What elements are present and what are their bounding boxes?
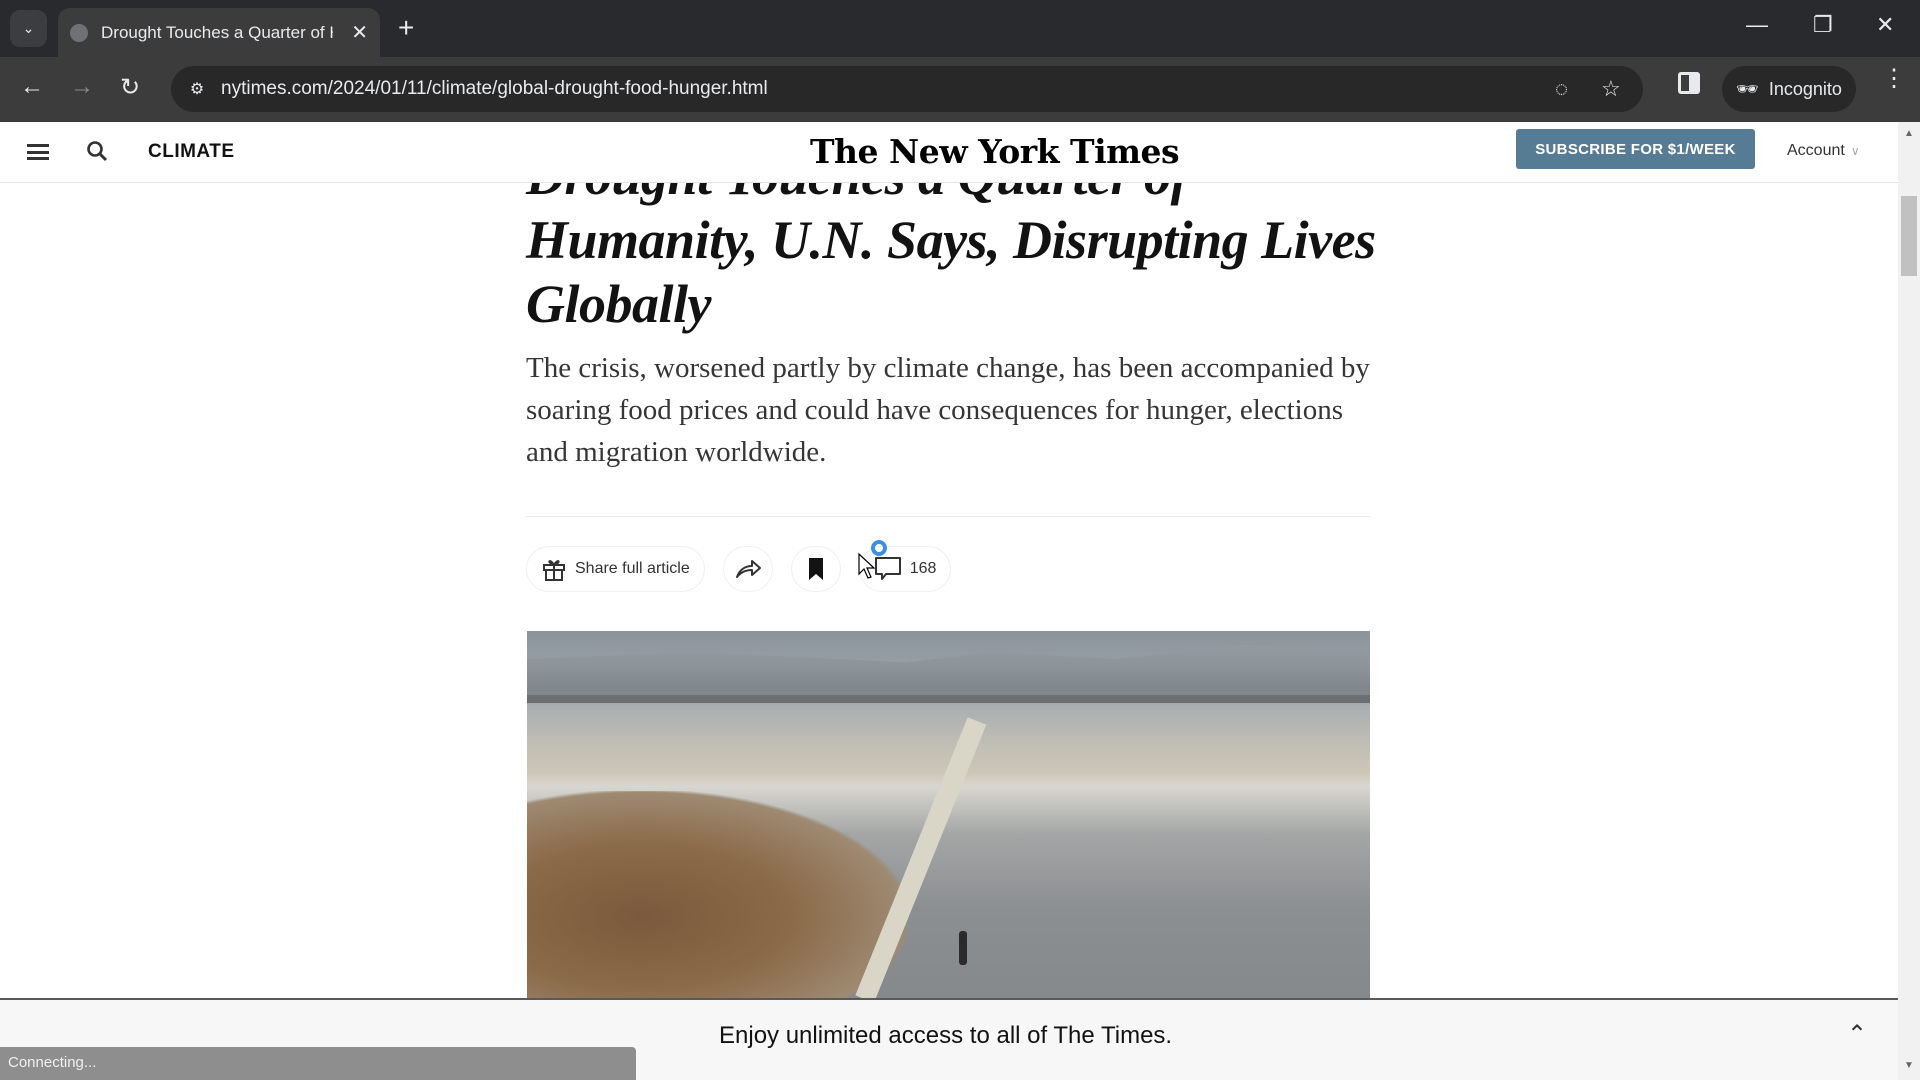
incognito-label: Incognito <box>1768 78 1842 99</box>
close-tab-icon[interactable]: ✕ <box>351 20 368 45</box>
new-tab-button[interactable]: + <box>398 12 414 44</box>
photo-reeds <box>527 791 907 1001</box>
nyt-header: CLIMATE The New York Times SUBSCRIBE FOR… <box>0 122 1898 183</box>
share-button[interactable] <box>722 546 773 592</box>
mouse-cursor-icon <box>858 540 887 579</box>
tab-title: Drought Touches a Quarter of Humanity <box>101 22 333 42</box>
scroll-down-arrow-icon[interactable]: ▼ <box>1904 1060 1914 1071</box>
section-label[interactable]: CLIMATE <box>148 141 235 163</box>
search-icon[interactable] <box>86 140 108 162</box>
photo-person <box>959 931 967 965</box>
article-lead-photo <box>527 631 1370 1001</box>
reload-icon[interactable]: ↻ <box>120 73 140 102</box>
photo-shoreline <box>527 695 1370 703</box>
account-menu[interactable]: Account ∨ <box>1787 142 1860 160</box>
share-full-article-label: Share full article <box>575 560 690 577</box>
share-full-article-button[interactable]: Share full article <box>526 546 705 592</box>
chevron-down-icon: ∨ <box>1850 144 1860 158</box>
incognito-icon: 🕶 <box>1736 78 1759 99</box>
photo-hills <box>527 645 1370 701</box>
divider <box>526 516 1370 517</box>
browser-status-bubble: Connecting... <box>0 1047 636 1080</box>
share-arrow-icon <box>735 560 761 578</box>
browser-tab-active[interactable]: Drought Touches a Quarter of Humanity ✕ <box>58 8 380 57</box>
save-bookmark-button[interactable] <box>790 546 841 592</box>
site-settings-icon[interactable]: ⚙ <box>185 77 209 101</box>
restore-icon[interactable]: ❐ <box>1813 12 1833 38</box>
scroll-up-arrow-icon[interactable]: ▲ <box>1904 128 1914 139</box>
page-scrollbar[interactable]: ▲ ▼ <box>1898 122 1920 1080</box>
chevron-up-icon[interactable]: ⌃ <box>1847 1020 1867 1049</box>
gift-icon <box>543 560 565 581</box>
chevron-down-icon: ⌄ <box>22 20 35 36</box>
back-arrow-icon[interactable]: ← <box>20 73 44 101</box>
side-panel-icon[interactable] <box>1678 72 1700 94</box>
more-menu-icon[interactable]: ⋮ <box>1882 67 1906 91</box>
close-window-icon[interactable]: ✕ <box>1876 12 1894 38</box>
tab-search-button[interactable]: ⌄ <box>10 10 47 47</box>
globe-icon <box>70 23 88 42</box>
article-summary: The crisis, worsened partly by climate c… <box>526 352 1370 468</box>
subscribe-button[interactable]: SUBSCRIBE FOR $1/WEEK <box>1516 129 1755 169</box>
account-label: Account <box>1787 142 1845 159</box>
banner-message: Enjoy unlimited access to all of The Tim… <box>719 1022 1173 1049</box>
scrollbar-thumb[interactable] <box>1901 196 1917 276</box>
comments-count: 168 <box>909 560 937 577</box>
forward-arrow-icon[interactable]: → <box>70 73 94 101</box>
browser-toolbar: ← → ↻ ⚙ nytimes.com/2024/01/11/climate/g… <box>0 57 1920 122</box>
hamburger-menu-icon[interactable] <box>27 144 49 160</box>
web-page: CLIMATE The New York Times SUBSCRIBE FOR… <box>0 122 1898 1080</box>
bookmark-icon <box>808 558 823 580</box>
minimize-icon[interactable]: — <box>1746 12 1768 38</box>
incognito-indicator[interactable]: 🕶 Incognito <box>1722 66 1856 112</box>
address-bar[interactable]: ⚙ nytimes.com/2024/01/11/climate/global-… <box>171 66 1643 112</box>
eye-off-icon[interactable]: ◌ <box>1555 76 1568 102</box>
nyt-logo[interactable]: The New York Times <box>810 132 1180 171</box>
browser-tab-strip: ⌄ Drought Touches a Quarter of Humanity … <box>0 0 1920 57</box>
star-icon[interactable]: ☆ <box>1601 76 1621 102</box>
url-text[interactable]: nytimes.com/2024/01/11/climate/global-dr… <box>221 78 768 100</box>
